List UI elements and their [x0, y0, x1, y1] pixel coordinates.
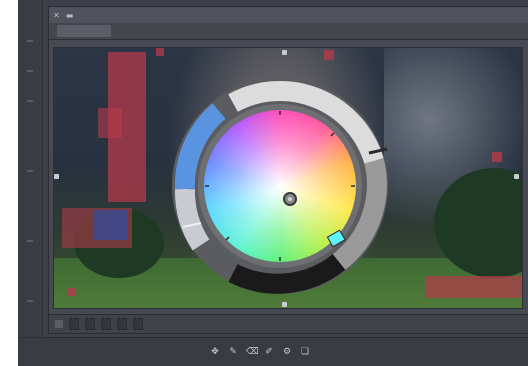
left-toolbar	[18, 0, 43, 340]
toolbar-tick[interactable]	[27, 70, 33, 72]
minimize-icon[interactable]: ▬	[66, 11, 74, 20]
status-field[interactable]	[69, 318, 79, 330]
status-square-icon[interactable]	[55, 320, 63, 328]
toolbar-tick[interactable]	[27, 40, 33, 42]
transform-handle[interactable]	[282, 50, 287, 55]
bottom-dock: ✥ ✎ ⌫ ✐ ⚙ ❏	[18, 337, 528, 366]
status-field[interactable]	[133, 318, 143, 330]
document-titlebar: ✕ ▬	[49, 7, 528, 23]
close-icon[interactable]: ✕	[53, 11, 60, 20]
status-field[interactable]	[85, 318, 95, 330]
mask-blue-region	[94, 210, 128, 240]
gear-icon[interactable]: ⚙	[282, 347, 292, 357]
color-wheel-svg[interactable]	[171, 77, 389, 295]
pen-icon[interactable]: ✐	[264, 347, 274, 357]
toolbar-tick[interactable]	[27, 170, 33, 172]
color-selector[interactable]	[171, 77, 389, 295]
mask-red-region	[68, 288, 76, 296]
layers-icon[interactable]: ❏	[300, 347, 310, 357]
mask-red-region	[98, 108, 122, 138]
toolbar-tick[interactable]	[27, 240, 33, 242]
transform-handle[interactable]	[514, 174, 519, 179]
mask-red-region	[156, 48, 164, 56]
status-field[interactable]	[101, 318, 111, 330]
document-statusbar	[49, 314, 528, 333]
transform-handle[interactable]	[54, 174, 59, 179]
move-icon[interactable]: ✥	[210, 347, 220, 357]
document-tabbar	[49, 23, 528, 40]
mask-red-region	[426, 276, 522, 298]
status-field[interactable]	[117, 318, 127, 330]
center-picker-dot	[288, 197, 292, 201]
mask-red-region	[324, 50, 334, 60]
eraser-icon[interactable]: ⌫	[246, 347, 259, 357]
toolbar-tick[interactable]	[27, 300, 33, 302]
mask-red-region	[492, 152, 502, 162]
brush-icon[interactable]: ✎	[228, 347, 238, 357]
transform-handle[interactable]	[282, 302, 287, 307]
document-tab[interactable]	[57, 25, 111, 37]
toolbar-tick[interactable]	[27, 100, 33, 102]
